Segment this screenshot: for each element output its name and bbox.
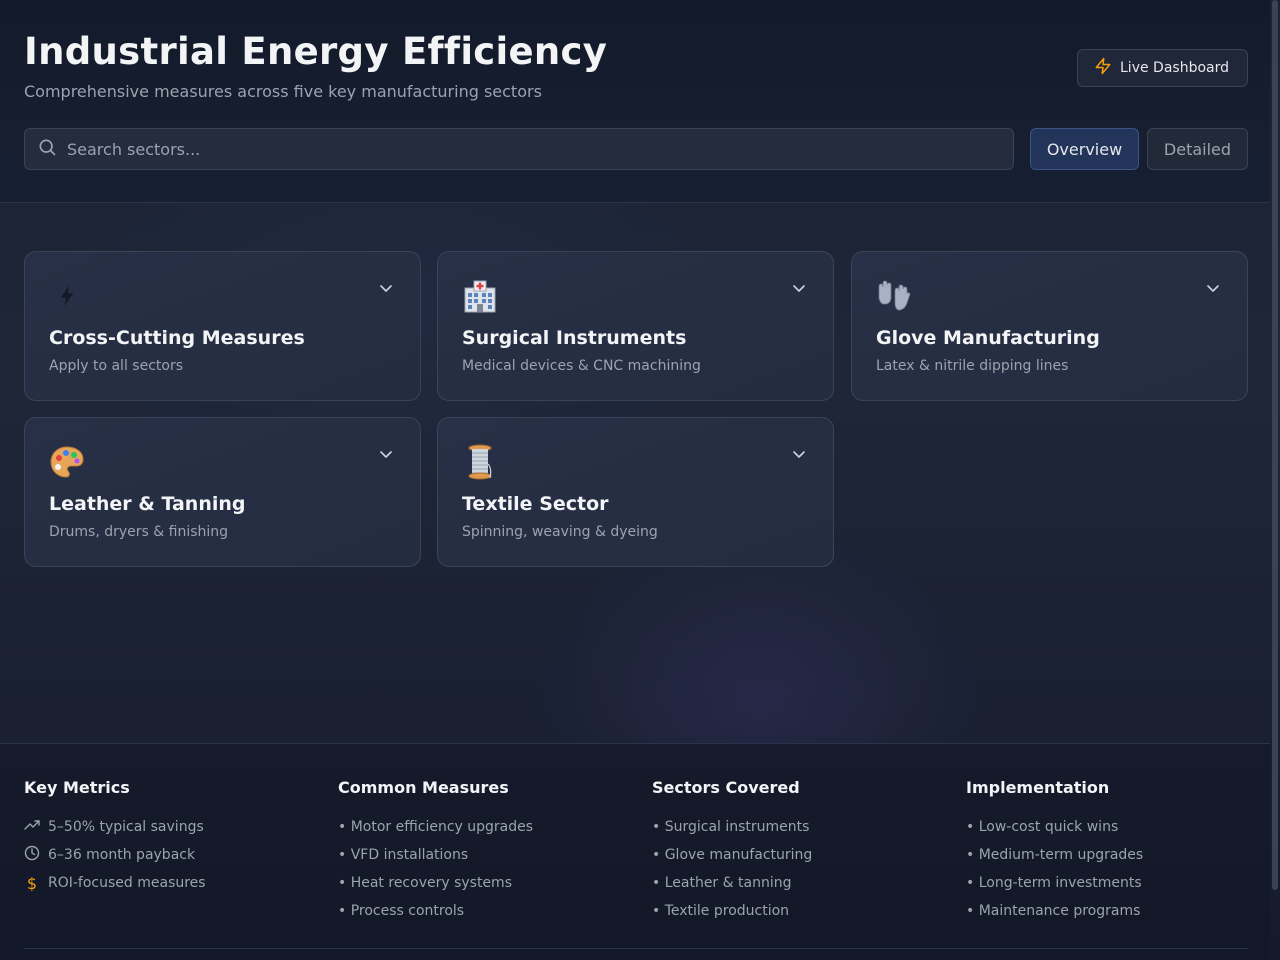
- live-dashboard-label: Live Dashboard: [1120, 60, 1229, 76]
- search-box: [24, 128, 1014, 170]
- list-item: • Glove manufacturing: [652, 847, 813, 863]
- list-item: • Long-term investments: [966, 875, 1142, 891]
- lightning-icon: [49, 278, 85, 314]
- footer-sectors-covered: Sectors Covered • Surgical instruments •…: [652, 778, 952, 925]
- tab-detailed[interactable]: Detailed: [1147, 128, 1248, 170]
- footer-heading: Sectors Covered: [652, 778, 800, 797]
- trending-up-icon: [24, 817, 40, 837]
- live-dashboard-button[interactable]: Live Dashboard: [1077, 49, 1248, 87]
- list-item: • Textile production: [652, 903, 790, 919]
- footer-implementation: Implementation • Low-cost quick wins • M…: [966, 778, 1266, 925]
- palette-icon: [49, 444, 85, 480]
- list-item: 6–36 month payback: [24, 841, 324, 869]
- sector-card-surgical[interactable]: Surgical Instruments Medical devices & C…: [437, 251, 834, 401]
- page: Industrial Energy Efficiency Comprehensi…: [0, 0, 1270, 960]
- footer-heading: Implementation: [966, 778, 1110, 797]
- list-item: • VFD installations: [338, 847, 469, 863]
- sector-card-textile[interactable]: Textile Sector Spinning, weaving & dyein…: [437, 417, 834, 567]
- list-item: • Process controls: [338, 903, 465, 919]
- sector-name: Surgical Instruments: [462, 327, 687, 349]
- metric-text: 6–36 month payback: [48, 847, 196, 863]
- metric-text: 5–50% typical savings: [48, 819, 204, 835]
- list-item: • Low-cost quick wins: [966, 819, 1119, 835]
- sector-card-leather[interactable]: Leather & Tanning Drums, dryers & finish…: [24, 417, 421, 567]
- list-item: $ ROI-focused measures: [24, 869, 324, 897]
- metric-text: ROI-focused measures: [48, 875, 206, 891]
- sector-description: Drums, dryers & finishing: [49, 524, 229, 540]
- sector-name: Cross-Cutting Measures: [49, 327, 305, 349]
- footer-key-metrics: Key Metrics 5–50% typical savings 6–36 m…: [24, 778, 324, 897]
- tab-overview[interactable]: Overview: [1030, 128, 1139, 170]
- page-header: Industrial Energy Efficiency Comprehensi…: [0, 0, 1270, 203]
- sector-card-cross-cutting[interactable]: Cross-Cutting Measures Apply to all sect…: [24, 251, 421, 401]
- chevron-down-icon[interactable]: [791, 280, 807, 296]
- footer-divider: [24, 948, 1248, 949]
- footer-heading: Key Metrics: [24, 778, 130, 797]
- footer-heading: Common Measures: [338, 778, 509, 797]
- list-item: • Medium-term upgrades: [966, 847, 1144, 863]
- thread-spool-icon: [462, 444, 498, 480]
- list-item: • Surgical instruments: [652, 819, 810, 835]
- page-subtitle: Comprehensive measures across five key m…: [24, 82, 542, 101]
- chevron-down-icon[interactable]: [1205, 280, 1221, 296]
- dollar-icon: $: [26, 873, 38, 893]
- footer-common-measures: Common Measures • Motor efficiency upgra…: [338, 778, 638, 925]
- list-item: • Maintenance programs: [966, 903, 1141, 919]
- scrollbar[interactable]: [1272, 0, 1278, 890]
- sector-card-glove[interactable]: Glove Manufacturing Latex & nitrile dipp…: [851, 251, 1248, 401]
- sector-description: Spinning, weaving & dyeing: [462, 524, 658, 540]
- chevron-down-icon[interactable]: [378, 280, 394, 296]
- lightning-icon: [1094, 56, 1112, 80]
- search-icon: [37, 137, 57, 161]
- sector-description: Latex & nitrile dipping lines: [876, 358, 1069, 374]
- list-item: • Heat recovery systems: [338, 875, 512, 891]
- hospital-icon: [462, 278, 498, 314]
- sector-name: Textile Sector: [462, 493, 609, 515]
- sector-description: Apply to all sectors: [49, 358, 183, 374]
- clock-icon: [24, 845, 40, 865]
- page-title: Industrial Energy Efficiency: [24, 30, 608, 73]
- list-item: 5–50% typical savings: [24, 813, 324, 841]
- sector-name: Leather & Tanning: [49, 493, 246, 515]
- gloves-icon: [876, 278, 912, 314]
- list-item: • Motor efficiency upgrades: [338, 819, 534, 835]
- chevron-down-icon[interactable]: [378, 446, 394, 462]
- page-footer: Key Metrics 5–50% typical savings 6–36 m…: [0, 743, 1270, 960]
- list-item: • Leather & tanning: [652, 875, 792, 891]
- chevron-down-icon[interactable]: [791, 446, 807, 462]
- search-input[interactable]: [67, 139, 967, 159]
- sector-name: Glove Manufacturing: [876, 327, 1100, 349]
- sector-description: Medical devices & CNC machining: [462, 358, 701, 374]
